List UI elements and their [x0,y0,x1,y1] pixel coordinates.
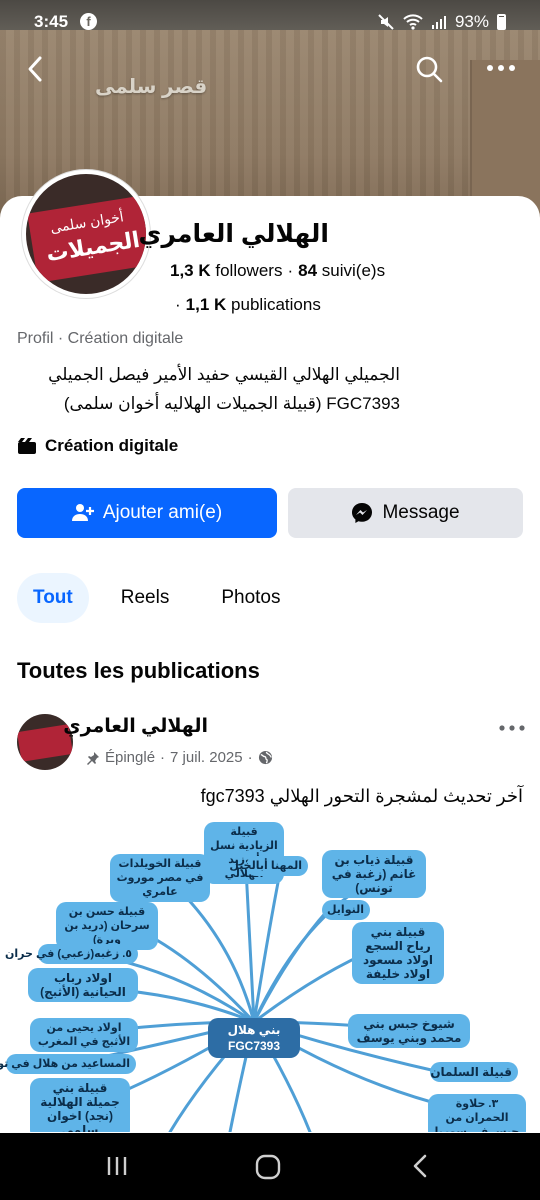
tab-photos[interactable]: Photos [205,573,296,623]
post-date[interactable]: 7 juil. 2025 [170,749,243,766]
profile-name: الهلالي العامري [138,220,329,248]
wifi-icon [403,14,423,30]
more-dots-icon [499,725,525,731]
mindmap-node: قبيلة بني جميلة الهلالية (نجد) اخوان سلم… [30,1078,130,1132]
meta-dot: · [160,749,166,766]
posts-label: publications [231,295,321,314]
mindmap-center-line1: بني هلال [227,1023,281,1037]
section-title: Toutes les publications [17,658,260,683]
search-icon [416,56,443,83]
separator-dot: · [175,295,181,314]
followers-count: 1,3 K [170,261,211,280]
add-person-icon [71,504,94,521]
category-label: Création digitale [45,436,179,455]
pin-icon [87,751,99,765]
mindmap-node: قبيلة السلمان [430,1062,518,1082]
back-nav-icon[interactable] [408,1153,434,1179]
profile-category: Création digitale [17,436,178,456]
mindmap-node: المساعيد من هلال في تونس [0,1054,136,1074]
system-navigation-bar [0,1133,540,1200]
globe-icon [258,750,272,765]
post-more-button[interactable] [497,716,527,740]
following-count: 84 [298,261,318,280]
more-options-button[interactable] [484,52,518,86]
followers-label: followers [215,261,283,280]
cover-caption: قصر سلمى [95,76,208,98]
search-button[interactable] [412,52,446,86]
add-friend-button[interactable]: Ajouter ami(e) [17,488,277,538]
mindmap-node: قبيلة حسن بن سرحان (دريد بن ويرة) [56,902,158,950]
mindmap-node: ٥. زغبه(زعبي) في حران [5,944,138,964]
tab-reels[interactable]: Reels [105,573,186,623]
battery-percent: 93% [454,12,489,31]
following-label: suivi(e)s [321,261,386,280]
add-friend-label: Ajouter ami(e) [102,502,223,523]
post-author-name[interactable]: الهلالي العامري [63,715,208,738]
mindmap-center-line2: FGC7393 [227,1039,281,1053]
post-text: آخر تحديث لمشجرة التحور الهلالي fgc7393 [200,786,523,806]
meta-dot: · [247,749,253,766]
signal-icon [431,16,446,29]
tab-all[interactable]: Tout [17,573,89,623]
status-time: 3:45 [34,12,69,31]
chevron-left-icon [28,56,42,82]
battery-icon [497,14,506,30]
back-button[interactable] [20,52,54,86]
pinned-label: Épinglé [105,749,156,766]
more-dots-icon [487,65,515,71]
posts-count: 1,1 K [185,295,227,314]
post-image[interactable]: قبيلة الزيادية نسل أبوزيد الهلالي قبيلة … [0,822,540,1132]
profile-subtitle: Profil · Création digitale [17,330,184,347]
mindmap-node: النوايل [322,900,370,920]
post-meta: Épinglé · 7 juil. 2025 · [86,749,273,766]
mindmap-node: قبيلة الخويلدات في مصر موروث عامري [110,854,210,902]
profile-bio: الجميلي الهلالي القيسي حفيد الأمير فيصل … [48,365,400,413]
facebook-notification-icon: f [80,13,97,30]
messenger-icon [352,503,373,523]
mindmap-node: شيوخ جبس بني محمد وبني يوسف [348,1014,470,1048]
message-button[interactable]: Message [288,488,523,538]
recent-apps-icon[interactable] [104,1153,130,1179]
profile-stats-followers[interactable]: 1,3 K followers · 84 suivi(e)s [170,261,385,281]
mindmap-node: ٣. حلاوة الحمران من جبس في سوريا [428,1094,526,1132]
profile-tabs: Tout Reels Photos [17,573,296,623]
mindmap-node: المهنا أبالخيل [229,856,308,876]
separator-dot: · [287,261,294,280]
mindmap-node: اولاد يحيى من الأثبج في المغرب [30,1018,138,1052]
mindmap-node: قبيلة بني رياح السجع اولاد مسعود اولاد خ… [352,922,444,984]
status-right: 93% [377,12,506,32]
profile-stats-posts: · 1,1 K publications [170,295,321,315]
mindmap-node: اولاد رباب الحيانية (الأثبج) [28,968,138,1002]
mute-icon [378,14,394,30]
home-icon[interactable] [254,1153,282,1181]
clapperboard-icon [18,438,36,454]
mindmap-center-node: بني هلال FGC7393 [208,1018,300,1058]
status-bar: 3:45 f 93% [0,0,540,44]
message-label: Message [382,502,460,523]
mindmap-node: قبيلة ذياب بن غانم (زغبة في تونس) [322,850,426,898]
profile-avatar[interactable]: أخوان سلمى الجميلات [22,170,150,298]
